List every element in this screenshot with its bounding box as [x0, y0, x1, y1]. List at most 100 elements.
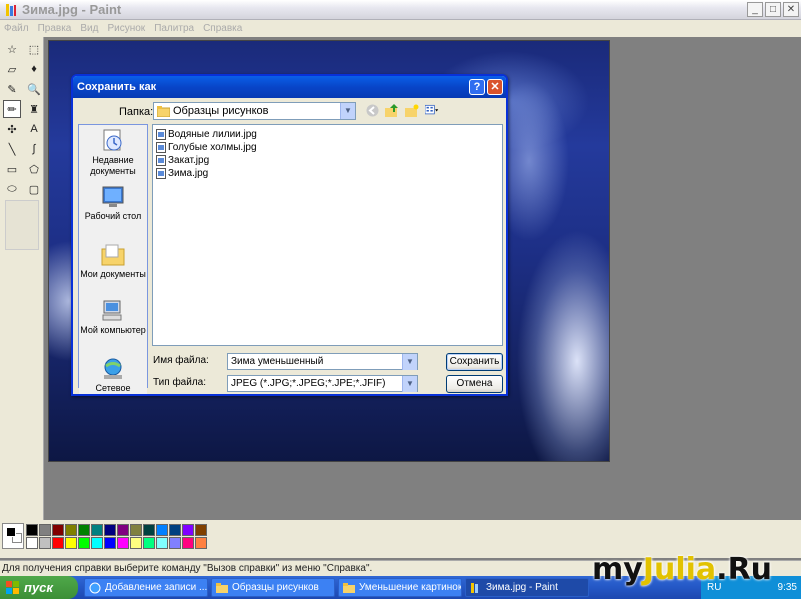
color-swatch[interactable] — [143, 524, 155, 536]
close-button[interactable]: ✕ — [783, 2, 799, 17]
color-swatch[interactable] — [39, 524, 51, 536]
window-title: Зима.jpg - Paint — [22, 2, 122, 17]
place-recent-documents[interactable]: Недавние документы — [79, 129, 147, 177]
my-computer-icon — [102, 300, 122, 321]
my-documents-icon — [101, 244, 125, 266]
color-swatch[interactable] — [182, 537, 194, 549]
color-swatch[interactable] — [143, 537, 155, 549]
menu-palette[interactable]: Палитра — [154, 23, 194, 34]
maximize-button[interactable]: □ — [765, 2, 781, 17]
task-label: Зима.jpg - Paint — [486, 582, 558, 593]
chevron-down-icon[interactable]: ▼ — [402, 354, 417, 370]
color-swatch[interactable] — [130, 537, 142, 549]
color-swatch[interactable] — [91, 537, 103, 549]
filename-input[interactable]: Зима уменьшенный ▼ — [227, 353, 418, 370]
color-swatch[interactable] — [65, 537, 77, 549]
text-tool[interactable]: A — [25, 120, 43, 138]
file-item[interactable]: Закат.jpg — [156, 154, 499, 167]
rounded-rect-tool[interactable]: ▢ — [25, 180, 43, 198]
ellipse-tool[interactable]: ⬭ — [3, 180, 21, 198]
filetype-value: JPEG (*.JPG;*.JPEG;*.JPE;*.JFIF) — [231, 378, 386, 389]
menu-bar: Файл Правка Вид Рисунок Палитра Справка — [0, 20, 801, 37]
menu-edit[interactable]: Правка — [38, 23, 72, 34]
window-titlebar: Зима.jpg - Paint _ □ ✕ — [0, 0, 801, 20]
file-list[interactable]: Водяные лилии.jpg Голубые холмы.jpg Закат.… — [152, 124, 503, 346]
color-swatch[interactable] — [78, 524, 90, 536]
place-network[interactable]: Сетевое — [79, 357, 147, 394]
eraser-tool[interactable]: ▱ — [3, 60, 21, 78]
color-swatch[interactable] — [52, 524, 64, 536]
look-in-select[interactable]: Образцы рисунков ▼ — [153, 102, 356, 120]
save-as-dialog: Сохранить как ? ✕ Папка: Образцы рисунко… — [71, 74, 508, 396]
place-my-computer[interactable]: Мой компьютер — [79, 299, 147, 336]
up-folder-icon[interactable] — [385, 103, 399, 117]
color-swatch[interactable] — [26, 524, 38, 536]
view-menu-icon[interactable] — [425, 103, 439, 117]
color-swatch[interactable] — [104, 537, 116, 549]
color-swatch[interactable] — [26, 537, 38, 549]
color-swatch[interactable] — [117, 524, 129, 536]
dialog-help-button[interactable]: ? — [469, 79, 485, 95]
new-folder-icon[interactable] — [405, 103, 419, 117]
chevron-down-icon[interactable]: ▼ — [402, 376, 417, 392]
menu-file[interactable]: Файл — [4, 23, 29, 34]
color-swatch[interactable] — [91, 524, 103, 536]
color-swatch[interactable] — [39, 537, 51, 549]
task-paint[interactable]: Зима.jpg - Paint — [465, 578, 589, 597]
magnifier-tool[interactable]: 🔍 — [25, 80, 43, 98]
pencil-tool[interactable]: ✏ — [3, 100, 21, 118]
menu-view[interactable]: Вид — [80, 23, 98, 34]
polygon-tool[interactable]: ⬠ — [25, 160, 43, 178]
chevron-down-icon[interactable]: ▼ — [340, 103, 355, 119]
save-button[interactable]: Сохранить — [446, 353, 503, 371]
color-swatch[interactable] — [104, 524, 116, 536]
file-item[interactable]: Голубые холмы.jpg — [156, 141, 499, 154]
color-swatch[interactable] — [156, 537, 168, 549]
start-button[interactable]: пуск — [0, 576, 78, 599]
task-label: Уменьшение картинок — [359, 582, 462, 593]
clock: 9:35 — [777, 582, 797, 593]
menu-help[interactable]: Справка — [203, 23, 242, 34]
dialog-close-button[interactable]: ✕ — [487, 79, 503, 95]
color-swatch[interactable] — [169, 524, 181, 536]
toolbox: ☆ ⬚ ▱ ♦ ✎ 🔍 ✏ ♜ ✣ A ╲ ∫ ▭ ⬠ ⬭ ▢ — [0, 37, 44, 520]
airbrush-tool[interactable]: ✣ — [3, 120, 21, 138]
curve-tool[interactable]: ∫ — [25, 140, 43, 158]
color-swatch[interactable] — [78, 537, 90, 549]
color-picker-tool[interactable]: ✎ — [3, 80, 21, 98]
filename-value: Зима уменьшенный — [231, 356, 324, 367]
foreground-color — [6, 527, 16, 537]
color-swatch[interactable] — [195, 524, 207, 536]
color-swatch[interactable] — [65, 524, 77, 536]
site-watermark: myJulia.Ru — [592, 552, 773, 587]
file-name: Закат.jpg — [168, 155, 210, 166]
color-swatch[interactable] — [156, 524, 168, 536]
cancel-button[interactable]: Отмена — [446, 375, 503, 393]
color-swatch[interactable] — [52, 537, 64, 549]
fill-tool[interactable]: ♦ — [25, 60, 43, 78]
file-item[interactable]: Зима.jpg — [156, 167, 499, 180]
tool-options-panel[interactable] — [5, 200, 39, 250]
line-tool[interactable]: ╲ — [3, 140, 21, 158]
brush-tool[interactable]: ♜ — [25, 100, 43, 118]
minimize-button[interactable]: _ — [747, 2, 763, 17]
color-swatch[interactable] — [130, 524, 142, 536]
color-swatch[interactable] — [195, 537, 207, 549]
filetype-select[interactable]: JPEG (*.JPG;*.JPEG;*.JPE;*.JFIF) ▼ — [227, 375, 418, 392]
task-sample-pictures[interactable]: Образцы рисунков — [211, 578, 335, 597]
menu-image[interactable]: Рисунок — [107, 23, 145, 34]
look-in-row: Папка: Образцы рисунков ▼ — [73, 102, 506, 122]
task-add-entry[interactable]: Добавление записи ... — [84, 578, 208, 597]
place-my-documents[interactable]: Мои документы — [79, 243, 147, 280]
rect-select-tool[interactable]: ⬚ — [25, 40, 43, 58]
task-resize-pictures[interactable]: Уменьшение картинок — [338, 578, 462, 597]
free-select-tool[interactable]: ☆ — [3, 40, 21, 58]
place-desktop[interactable]: Рабочий стол — [79, 185, 147, 222]
file-item[interactable]: Водяные лилии.jpg — [156, 128, 499, 141]
rectangle-tool[interactable]: ▭ — [3, 160, 21, 178]
color-swatch[interactable] — [169, 537, 181, 549]
back-icon[interactable] — [365, 103, 379, 117]
color-swatch[interactable] — [182, 524, 194, 536]
current-colors — [2, 523, 24, 549]
color-swatch[interactable] — [117, 537, 129, 549]
